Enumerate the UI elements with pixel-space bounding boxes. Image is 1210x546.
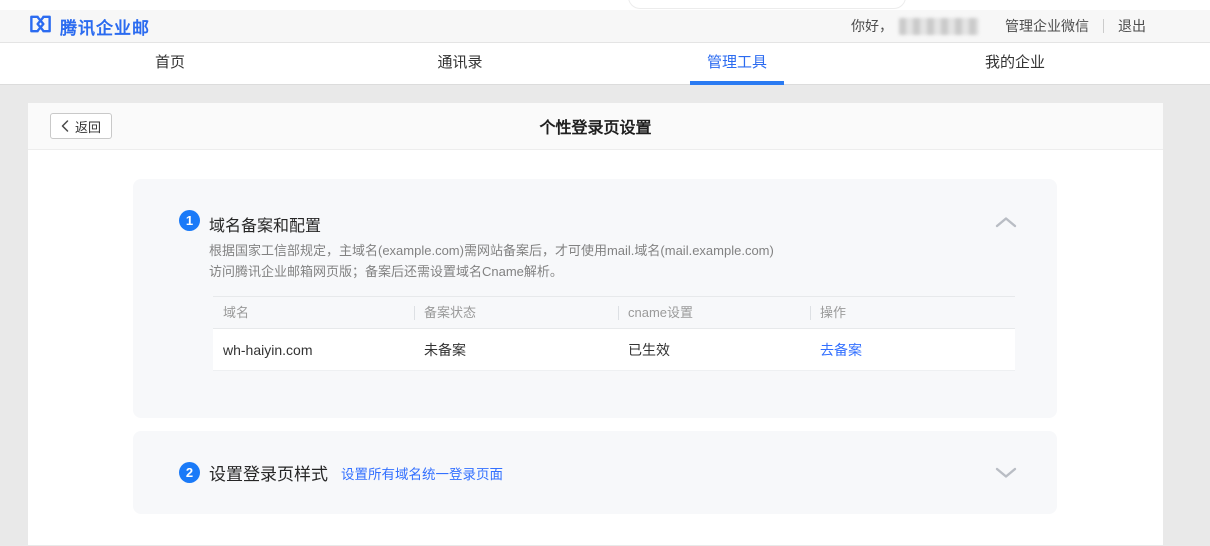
greeting-text: 你好，: [851, 16, 893, 36]
active-tab-underline: [690, 81, 784, 85]
chevron-left-icon: [61, 120, 69, 132]
unified-login-page-link[interactable]: 设置所有域名统一登录页面: [341, 463, 503, 483]
primary-nav: 首页 通讯录 管理工具 我的企业: [0, 43, 1210, 85]
col-header-icp-status: 备案状态: [414, 296, 618, 329]
domain-table-header: 域名 备案状态 cname设置 操作: [213, 296, 1015, 329]
chevron-down-icon: [995, 466, 1017, 483]
page-title: 个性登录页设置: [539, 114, 651, 138]
exmail-logo[interactable]: 腾讯企业邮: [28, 14, 150, 39]
exmail-logo-icon: [28, 14, 53, 39]
step-1-badge: 1: [179, 210, 200, 231]
account-name-redacted: [899, 18, 979, 35]
back-button[interactable]: 返回: [50, 113, 112, 139]
table-row: wh-haiyin.com 未备案 已生效 去备案: [213, 329, 1015, 371]
cell-cname-status: 已生效: [618, 340, 810, 360]
browser-bar-remnant: [628, 0, 906, 9]
main-area: 返回 个性登录页设置 1 域名备案和配置 根据国家工信部规定，主域名(examp…: [0, 85, 1210, 546]
section-1-description: 根据国家工信部规定，主域名(example.com)需网站备案后，才可使用mai…: [209, 240, 774, 282]
logout-link[interactable]: 退出: [1118, 16, 1146, 36]
col-header-cname: cname设置: [618, 296, 810, 329]
tab-home[interactable]: 首页: [155, 43, 185, 85]
description-line-1: 根据国家工信部规定，主域名(example.com)需网站备案后，才可使用mai…: [209, 240, 774, 261]
expand-section-2-button[interactable]: [995, 467, 1017, 479]
browser-chrome-strip: [0, 0, 1210, 10]
domain-table: 域名 备案状态 cname设置 操作 wh-haiyin.com 未备案 已生效…: [213, 296, 1015, 371]
back-button-label: 返回: [75, 117, 101, 136]
description-line-2: 访问腾讯企业邮箱网页版；备案后还需设置域名Cname解析。: [209, 261, 774, 282]
page-title-bar: 返回 个性登录页设置: [28, 103, 1163, 150]
tab-my-company[interactable]: 我的企业: [985, 43, 1045, 85]
main-panel: 返回 个性登录页设置 1 域名备案和配置 根据国家工信部规定，主域名(examp…: [28, 85, 1163, 545]
logo-text: 腾讯企业邮: [60, 14, 150, 39]
domain-icp-section: 1 域名备案和配置 根据国家工信部规定，主域名(example.com)需网站备…: [133, 179, 1057, 418]
col-header-domain: 域名: [213, 296, 414, 329]
page-content: 1 域名备案和配置 根据国家工信部规定，主域名(example.com)需网站备…: [28, 150, 1163, 545]
header-account-area: 你好， 管理企业微信 退出: [851, 16, 1146, 36]
cell-icp-status: 未备案: [414, 340, 618, 360]
go-register-icp-link[interactable]: 去备案: [820, 342, 862, 358]
col-header-action: 操作: [810, 296, 1015, 329]
app-header: 腾讯企业邮 你好， 管理企业微信 退出: [0, 10, 1210, 43]
section-2-title: 设置登录页样式: [209, 460, 328, 485]
tab-admin-tools-label: 管理工具: [707, 54, 767, 71]
section-1-title: 域名备案和配置: [209, 212, 321, 236]
collapse-section-1-button[interactable]: [995, 216, 1017, 228]
chevron-up-icon: [995, 215, 1017, 232]
header-divider: [1103, 19, 1104, 33]
tab-contacts[interactable]: 通讯录: [437, 43, 482, 85]
login-page-style-section: 2 设置登录页样式 设置所有域名统一登录页面: [133, 431, 1057, 514]
tab-admin-tools[interactable]: 管理工具: [707, 43, 767, 85]
step-2-badge: 2: [179, 462, 200, 483]
manage-wecom-link[interactable]: 管理企业微信: [1005, 16, 1089, 36]
cell-domain: wh-haiyin.com: [213, 342, 414, 358]
